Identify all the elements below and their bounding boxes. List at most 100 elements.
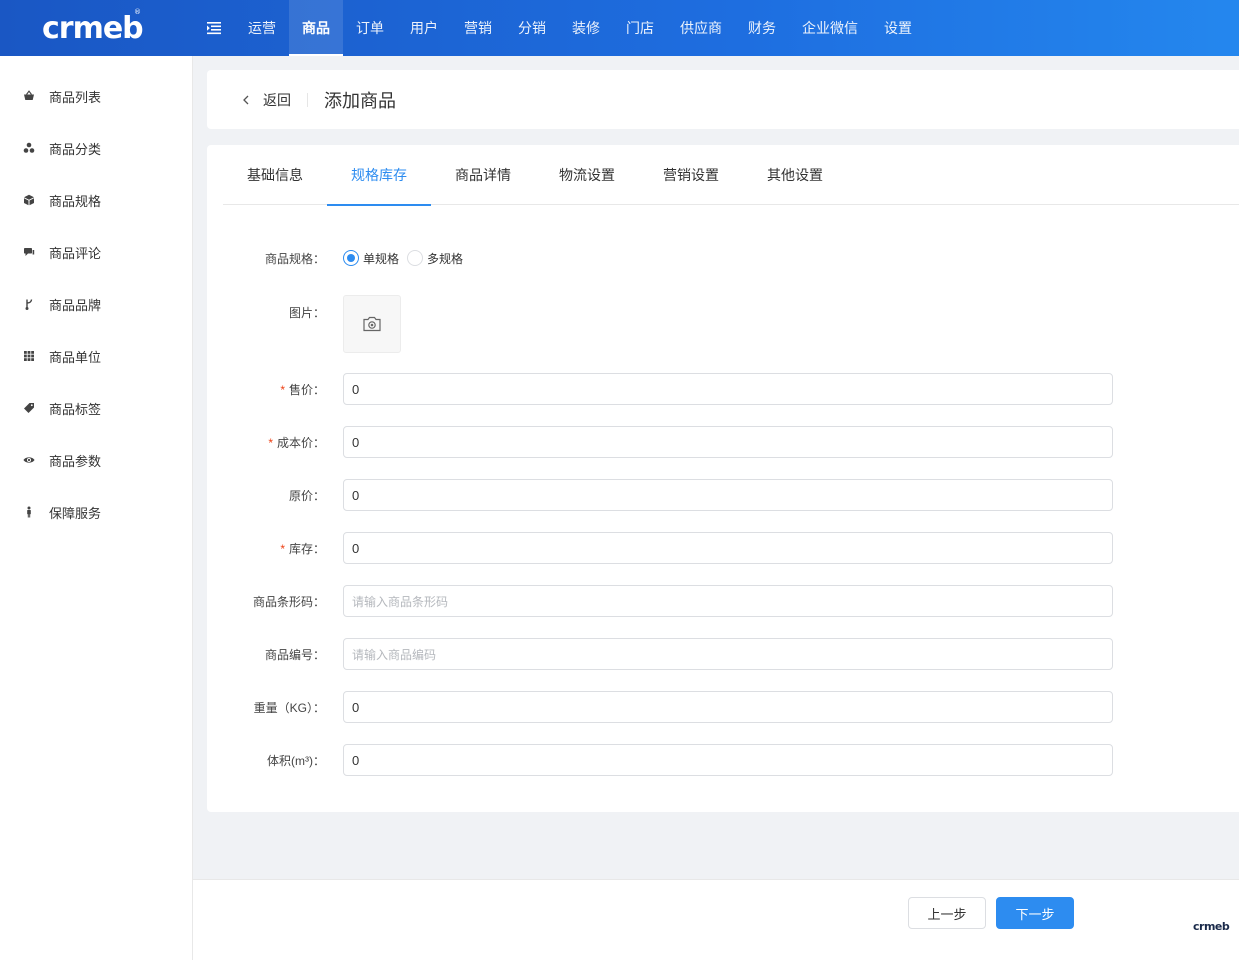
tab-other-settings[interactable]: 其他设置 bbox=[743, 145, 847, 205]
weight-input[interactable] bbox=[343, 691, 1113, 723]
nav-item-settings[interactable]: 设置 bbox=[871, 0, 925, 56]
nav-item-operations[interactable]: 运营 bbox=[235, 0, 289, 56]
sidebar: 商品列表 商品分类 商品规格 商品评论 商品品牌 商品单位 商品标签 商品参数 … bbox=[0, 56, 193, 960]
sidebar-item-label: 商品品牌 bbox=[49, 297, 102, 313]
cluster-icon bbox=[22, 141, 36, 155]
sidebar-item-product-list[interactable]: 商品列表 bbox=[0, 70, 192, 122]
radio-dot bbox=[343, 250, 359, 266]
person-icon bbox=[22, 505, 36, 519]
stock-label-text: 库存： bbox=[288, 541, 325, 556]
sidebar-item-label: 商品列表 bbox=[49, 89, 102, 105]
form-card: 基础信息 规格库存 商品详情 物流设置 营销设置 其他设置 商品规格： 单规格 … bbox=[207, 145, 1239, 812]
single-spec-radio[interactable]: 单规格 bbox=[343, 250, 399, 267]
sidebar-item-product-spec[interactable]: 商品规格 bbox=[0, 174, 192, 226]
nav-item-marketing[interactable]: 营销 bbox=[451, 0, 505, 56]
image-row: 图片： bbox=[207, 295, 1239, 353]
spec-radio-group: 单规格 多规格 bbox=[343, 250, 471, 267]
grid-icon bbox=[22, 349, 36, 363]
multi-spec-radio[interactable]: 多规格 bbox=[407, 250, 463, 267]
eye-icon bbox=[22, 453, 36, 467]
tab-spec-stock[interactable]: 规格库存 bbox=[327, 145, 431, 206]
tab-product-details[interactable]: 商品详情 bbox=[431, 145, 535, 205]
volume-label: 体积(m³)： bbox=[267, 753, 325, 768]
logo[interactable]: crmeb ® bbox=[0, 0, 193, 56]
cost-input[interactable] bbox=[343, 426, 1113, 458]
tab-logistics[interactable]: 物流设置 bbox=[535, 145, 639, 205]
sidebar-item-label: 商品规格 bbox=[49, 193, 102, 209]
sidebar-item-label: 保障服务 bbox=[49, 505, 102, 521]
sidebar-item-product-comments[interactable]: 商品评论 bbox=[0, 226, 192, 278]
nav-item-finance[interactable]: 财务 bbox=[735, 0, 789, 56]
sidebar-item-label: 商品单位 bbox=[49, 349, 102, 365]
nav-item-stores[interactable]: 门店 bbox=[613, 0, 667, 56]
page-header: 返回 添加商品 bbox=[207, 70, 1239, 129]
tab-basic-info[interactable]: 基础信息 bbox=[223, 145, 327, 205]
sidebar-item-product-unit[interactable]: 商品单位 bbox=[0, 330, 192, 382]
cost-label: * 成本价： bbox=[207, 434, 325, 451]
top-nav: 运营 商品 订单 用户 营销 分销 装修 门店 供应商 财务 企业微信 设置 bbox=[235, 0, 925, 56]
sidebar-item-guarantee-services[interactable]: 保障服务 bbox=[0, 486, 192, 538]
sidebar-item-product-params[interactable]: 商品参数 bbox=[0, 434, 192, 486]
menu-toggle-icon[interactable] bbox=[193, 0, 235, 56]
image-label: 图片： bbox=[288, 306, 325, 320]
required-mark: * bbox=[280, 541, 285, 556]
radio-label: 多规格 bbox=[427, 251, 464, 266]
nav-item-suppliers[interactable]: 供应商 bbox=[667, 0, 735, 56]
logo-text: crmeb bbox=[42, 10, 144, 46]
nav-item-products[interactable]: 商品 bbox=[289, 0, 343, 56]
nav-item-decoration[interactable]: 装修 bbox=[559, 0, 613, 56]
sidebar-item-label: 商品分类 bbox=[49, 141, 102, 157]
nav-item-wecom[interactable]: 企业微信 bbox=[789, 0, 871, 56]
prev-step-button[interactable]: 上一步 bbox=[908, 897, 986, 929]
volume-input[interactable] bbox=[343, 744, 1113, 776]
next-step-button[interactable]: 下一步 bbox=[996, 897, 1074, 929]
radio-label: 单规格 bbox=[363, 251, 400, 266]
price-label-text: 售价： bbox=[288, 382, 325, 397]
image-upload[interactable] bbox=[343, 295, 401, 353]
spec-label: 商品规格： bbox=[264, 251, 325, 266]
price-label: * 售价： bbox=[207, 381, 325, 398]
stock-row: * 库存： bbox=[207, 532, 1239, 564]
back-button[interactable]: 返回 bbox=[241, 90, 291, 110]
cube-icon bbox=[22, 193, 36, 207]
top-header: crmeb ® 运营 商品 订单 用户 营销 分销 装修 门店 供应商 财务 企… bbox=[0, 0, 1239, 56]
header-divider bbox=[307, 92, 308, 107]
price-input[interactable] bbox=[343, 373, 1113, 405]
basket-icon bbox=[22, 89, 36, 103]
weight-row: 重量（KG）： bbox=[207, 691, 1239, 723]
camera-icon bbox=[363, 316, 381, 332]
form-tabs: 基础信息 规格库存 商品详情 物流设置 营销设置 其他设置 bbox=[223, 145, 1239, 206]
stock-input[interactable] bbox=[343, 532, 1113, 564]
product-code-row: 商品编号： bbox=[207, 638, 1239, 670]
comment-icon bbox=[22, 245, 36, 259]
required-mark: * bbox=[268, 435, 273, 450]
tag-icon bbox=[22, 401, 36, 415]
cost-label-text: 成本价： bbox=[276, 435, 325, 450]
tab-marketing[interactable]: 营销设置 bbox=[639, 145, 743, 205]
sidebar-item-label: 商品标签 bbox=[49, 401, 102, 417]
sidebar-item-product-brand[interactable]: 商品品牌 bbox=[0, 278, 192, 330]
footer-bar: 上一步 下一步 crmeb bbox=[193, 879, 1239, 960]
cost-row: * 成本价： bbox=[207, 426, 1239, 458]
barcode-label: 商品条形码： bbox=[252, 594, 325, 609]
page-title: 添加商品 bbox=[324, 90, 396, 111]
sidebar-item-product-category[interactable]: 商品分类 bbox=[0, 122, 192, 174]
nav-item-users[interactable]: 用户 bbox=[397, 0, 451, 56]
stock-label: * 库存： bbox=[207, 540, 325, 557]
chevron-left-icon bbox=[243, 95, 249, 104]
volume-row: 体积(m³)： bbox=[207, 744, 1239, 776]
sidebar-item-product-tags[interactable]: 商品标签 bbox=[0, 382, 192, 434]
original-price-input[interactable] bbox=[343, 479, 1113, 511]
nav-item-distribution[interactable]: 分销 bbox=[505, 0, 559, 56]
required-mark: * bbox=[280, 382, 285, 397]
barcode-input[interactable] bbox=[343, 585, 1113, 617]
registered-mark: ® bbox=[134, 8, 141, 16]
original-price-row: 原价： bbox=[207, 479, 1239, 511]
brand-icon bbox=[22, 297, 36, 311]
barcode-row: 商品条形码： bbox=[207, 585, 1239, 617]
sidebar-item-label: 商品评论 bbox=[49, 245, 102, 261]
back-label: 返回 bbox=[263, 91, 291, 108]
product-code-input[interactable] bbox=[343, 638, 1113, 670]
product-code-label: 商品编号： bbox=[264, 647, 325, 662]
nav-item-orders[interactable]: 订单 bbox=[343, 0, 397, 56]
